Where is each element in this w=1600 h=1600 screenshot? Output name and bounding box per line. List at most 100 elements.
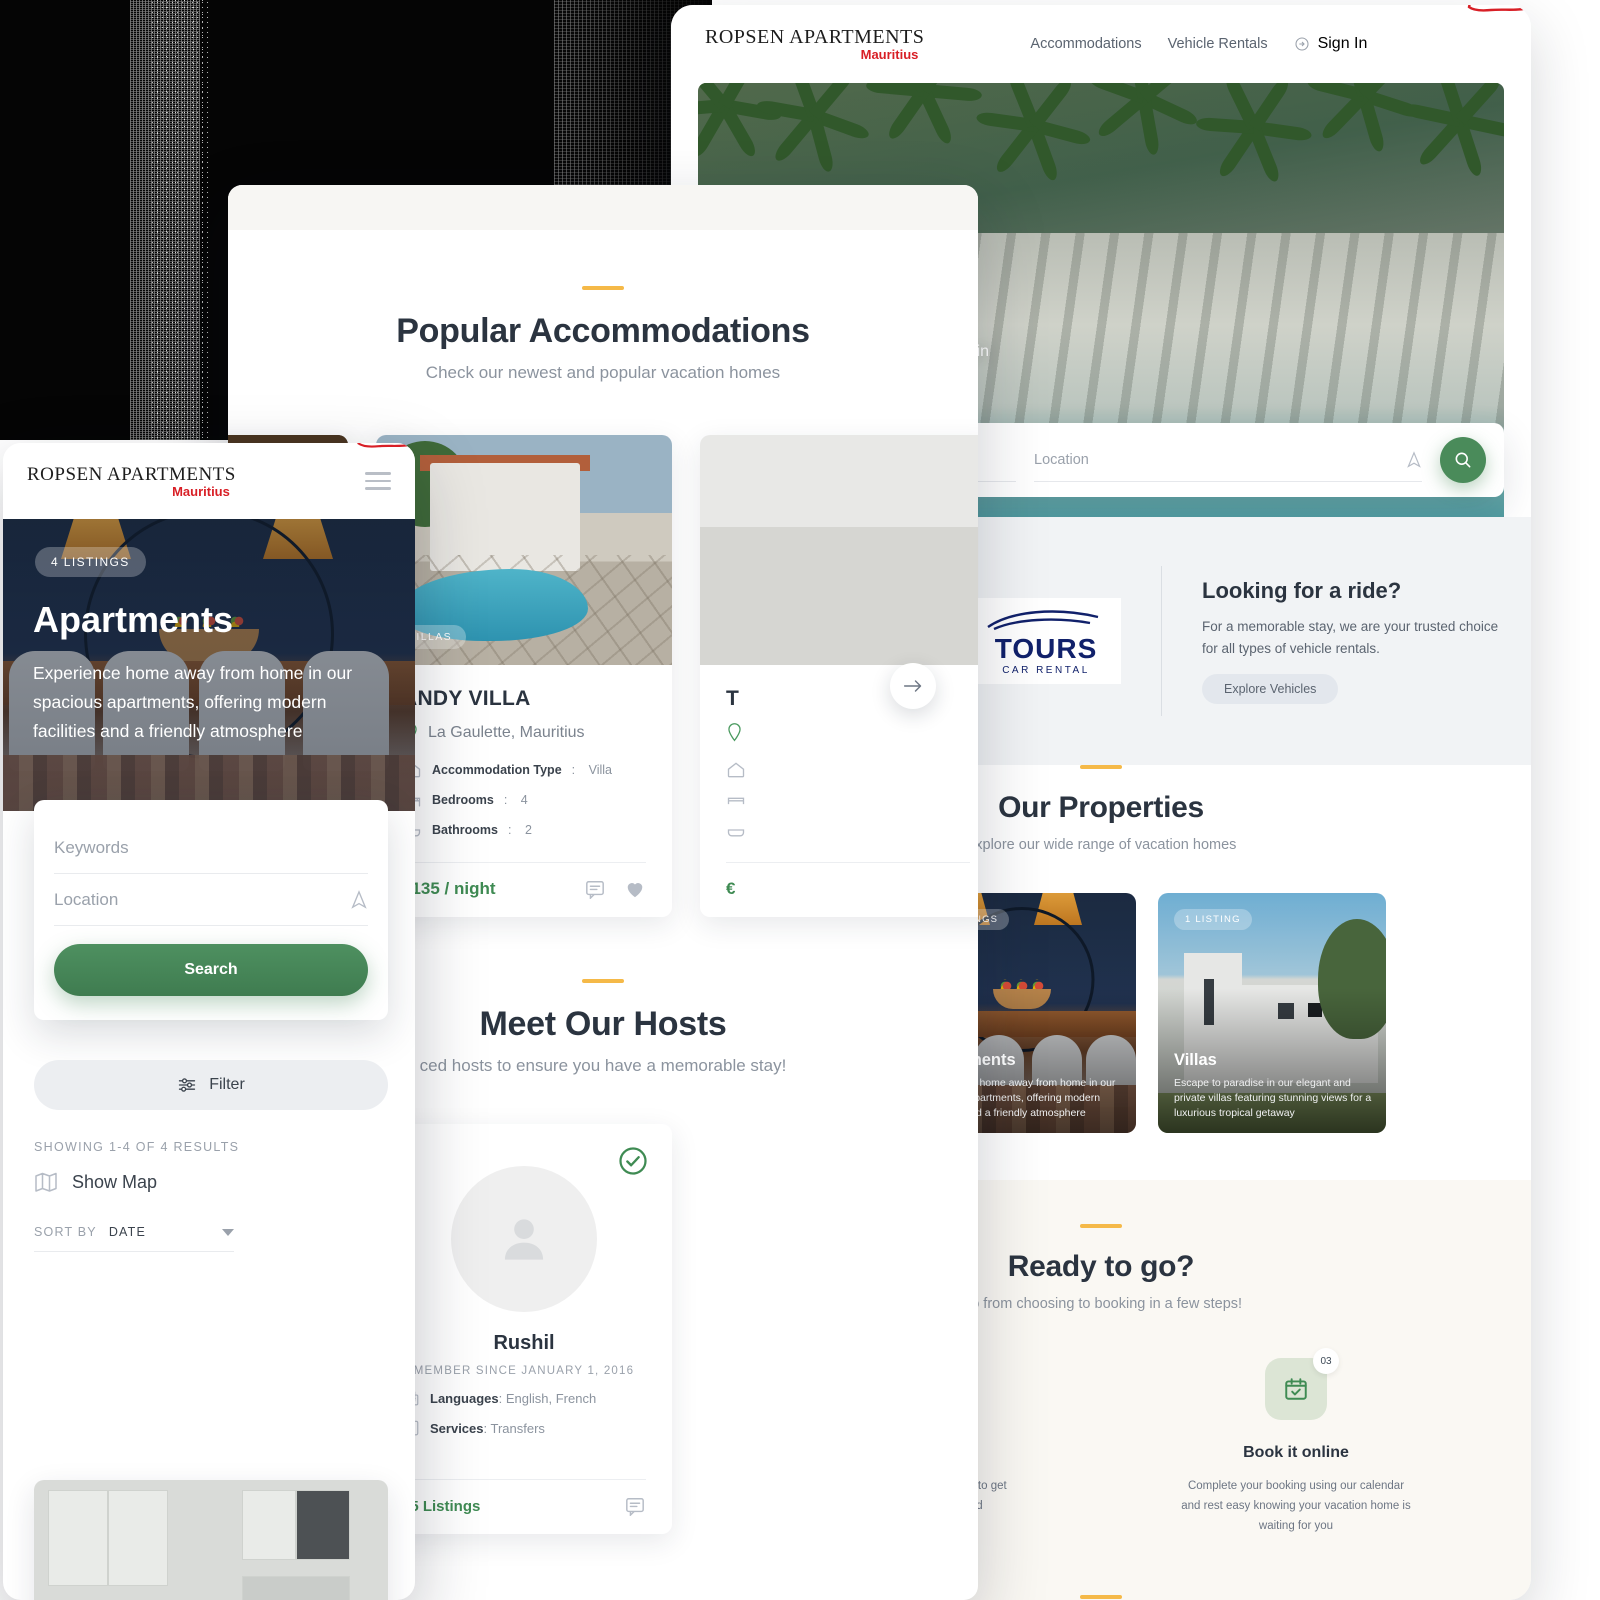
- listing-card[interactable]: VILLAS ANDY VILLA La Gaulette, Mauritius: [376, 435, 672, 917]
- property-card-body: Villas Escape to paradise in our elegant…: [1174, 1051, 1372, 1121]
- property-card-text: Escape to paradise in our elegant and pr…: [1174, 1077, 1372, 1119]
- filter-button[interactable]: Filter: [34, 1060, 388, 1110]
- mauritius-map-icon: [357, 443, 414, 448]
- search-submit-button[interactable]: [1440, 437, 1486, 483]
- listing-spec-bathrooms: Bathrooms: 2: [402, 820, 646, 840]
- nav-link-vehicle-rentals[interactable]: Vehicle Rentals: [1168, 36, 1268, 52]
- divider: [1161, 566, 1162, 716]
- bed-icon: [727, 797, 745, 805]
- backdrop-speckle: [150, 0, 210, 440]
- sign-in-label: Sign In: [1317, 35, 1368, 52]
- mauritius-map-icon: [1467, 5, 1529, 12]
- section-rule: [582, 286, 624, 290]
- listing-spec-value: 4: [520, 793, 528, 807]
- car-rental-copy: Looking for a ride? For a memorable stay…: [1202, 578, 1502, 704]
- listing-footer: €: [726, 862, 970, 917]
- sort-by-label: SORT BY: [34, 1225, 97, 1239]
- primary-nav: Accommodations Vehicle Rentals Sign In: [1030, 35, 1367, 53]
- results-count: SHOWING 1-4 OF 4 RESULTS: [34, 1140, 240, 1154]
- chevron-down-icon: [222, 1228, 234, 1236]
- car-rental-logo-main: TOURS: [994, 632, 1098, 664]
- navigation-arrow-icon[interactable]: [350, 889, 368, 910]
- category-badge: 4 LISTINGS: [35, 547, 146, 577]
- show-map-label: Show Map: [72, 1171, 158, 1192]
- step-number: 03: [1313, 1348, 1339, 1374]
- host-services-label: Services: [430, 1420, 484, 1436]
- user-placeholder-icon: [504, 1219, 544, 1260]
- sign-in-button[interactable]: Sign In: [1294, 35, 1368, 53]
- listing-card[interactable]: APARTMENTS: [34, 1480, 388, 1600]
- brand-logo-sub: Mauritius: [860, 47, 919, 62]
- category-hero: 4 LISTINGS Apartments Experience home aw…: [3, 519, 415, 811]
- listing-price: €135 / night: [402, 879, 496, 898]
- popular-accommodations-title: Popular Accommodations: [396, 312, 810, 350]
- filter-label: Filter: [209, 1076, 245, 1093]
- listing-location: La Gaulette, Mauritius: [402, 723, 646, 742]
- step-title: Book it online: [1243, 1444, 1349, 1461]
- keywords-field[interactable]: Keywords: [54, 822, 368, 874]
- host-services: Services: Transfers: [402, 1419, 646, 1437]
- step-book-it-online[interactable]: 03 Book it online Complete your booking …: [1181, 1348, 1411, 1536]
- message-icon[interactable]: [584, 879, 606, 899]
- listing-spec-value: 2: [524, 823, 532, 837]
- favorite-heart-icon[interactable]: [624, 879, 646, 899]
- calendar-check-icon: [1285, 1378, 1307, 1400]
- brand-logo-sub: Mauritius: [172, 483, 230, 499]
- listing-location-text: La Gaulette, Mauritius: [428, 723, 585, 741]
- map-icon: [35, 1172, 57, 1192]
- listing-spec-label: Accommodation Type: [432, 763, 562, 777]
- car-silhouette-icon: [987, 609, 1099, 630]
- location-search-field[interactable]: Location: [1034, 438, 1422, 482]
- sign-in-icon: [1295, 37, 1309, 51]
- show-map-button[interactable]: Show Map: [34, 1171, 157, 1193]
- car-rental-title: Looking for a ride?: [1202, 578, 1402, 603]
- avatar: [451, 1166, 597, 1312]
- car-rental-logo: TOURS CAR RENTAL: [971, 598, 1121, 684]
- host-card[interactable]: Rushil MEMBER SINCE JANUARY 1, 2016 Lang…: [376, 1124, 672, 1534]
- section-rule: [582, 979, 624, 983]
- brand-logo-name: ROPSEN APARTMENTS: [27, 463, 236, 485]
- brand-logo[interactable]: ROPSEN APARTMENTS Mauritius: [705, 5, 1529, 62]
- listing-card[interactable]: T €: [700, 435, 978, 917]
- filter-sliders-icon: [179, 1078, 196, 1092]
- bathtub-icon: [727, 829, 745, 837]
- listing-image: VILLAS: [376, 435, 672, 665]
- sort-by-select[interactable]: SORT BY DATE: [34, 1225, 234, 1252]
- car-rental-text: For a memorable stay, we are your truste…: [1202, 619, 1499, 656]
- brand-logo[interactable]: ROPSEN APARTMENTS Mauritius: [27, 443, 414, 499]
- host-member-since: MEMBER SINCE JANUARY 1, 2016: [413, 1365, 635, 1377]
- property-card-villas[interactable]: 1 LISTING Villas Escape to paradise in o…: [1158, 893, 1386, 1133]
- host-languages: Languages: English, French: [402, 1389, 646, 1407]
- search-icon: [1455, 452, 1471, 468]
- mobile-search-card: Keywords Location Search: [34, 800, 388, 1020]
- location-pin-icon: [728, 723, 741, 742]
- message-icon[interactable]: [624, 1496, 646, 1516]
- section-rule: [1080, 1224, 1122, 1228]
- location-placeholder: Location: [54, 889, 119, 909]
- sort-by-value: DATE: [108, 1225, 147, 1239]
- menu-button[interactable]: [365, 467, 391, 495]
- mobile-header: ROPSEN APARTMENTS Mauritius: [3, 443, 415, 519]
- screenshot-stage: ROPSEN APARTMENTS Mauritius Accommodatio…: [0, 0, 1600, 1600]
- listing-title: ANDY VILLA: [402, 687, 531, 710]
- category-description: Experience home away from home in our sp…: [33, 663, 353, 741]
- listing-spec-bedrooms: Bedrooms: 4: [402, 790, 646, 810]
- popular-accommodations-subtitle: Check our newest and popular vacation ho…: [425, 363, 781, 382]
- nav-link-accommodations[interactable]: Accommodations: [1030, 36, 1141, 52]
- home-icon: [727, 762, 745, 778]
- panel-topbar: [228, 185, 978, 230]
- listing-spec-value: Villa: [588, 763, 613, 777]
- section-rule: [1080, 765, 1122, 769]
- carousel-next-button[interactable]: [890, 663, 936, 709]
- step-icon-wrap: 03: [1265, 1348, 1339, 1420]
- site-header: ROPSEN APARTMENTS Mauritius Accommodatio…: [671, 5, 1531, 83]
- explore-vehicles-button[interactable]: Explore Vehicles: [1202, 674, 1339, 704]
- car-rental-logo-sub: CAR RENTAL: [1002, 664, 1090, 676]
- listing-price: €: [726, 879, 736, 898]
- listing-spec-label: Bedrooms: [432, 793, 494, 807]
- search-button[interactable]: Search: [54, 944, 368, 996]
- category-title: Apartments: [33, 599, 234, 640]
- listing-actions: [584, 879, 646, 899]
- location-field[interactable]: Location: [54, 874, 368, 926]
- navigation-arrow-icon[interactable]: [1406, 450, 1422, 469]
